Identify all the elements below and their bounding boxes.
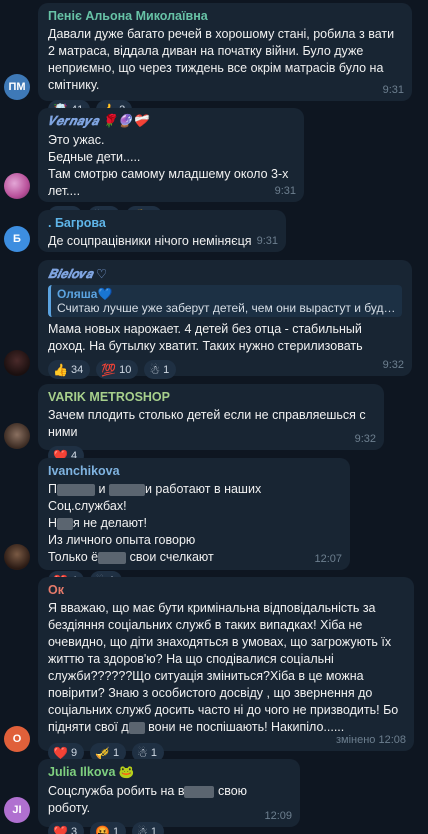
message-bubble[interactable]: Julia Ilkova 🐸 Соцслужба робить на в сво… [38, 759, 300, 834]
text-fragment: д [121, 720, 129, 734]
avatar[interactable] [4, 544, 30, 570]
text-fragment: свои счелкают [129, 550, 214, 564]
author-name[interactable]: VARIK METROSHOP [48, 390, 374, 404]
text-line: Только ё свои счелкают [48, 549, 340, 566]
reaction-count: 1 [113, 825, 120, 834]
author-name[interactable]: 𝑽𝒆𝒓𝒏𝒂𝒚𝒂 🌹🔮❤️‍🩹 [48, 114, 294, 129]
reaction-count: 1 [113, 746, 120, 759]
reaction[interactable]: 👍 34 [48, 360, 91, 379]
author-emoji: 🌹🔮❤️‍🩹 [101, 114, 149, 128]
avatar[interactable]: ПМ [4, 74, 30, 100]
message-text: Это ужас. Бедные дети..... Там смотрю са… [48, 133, 289, 198]
text-fragment: вони не поспішають! Накипіло...... [144, 720, 345, 734]
snowman-icon: ☃ [137, 745, 148, 760]
timestamp: 12:07 [314, 553, 342, 565]
message-text: Мама новых нарожает. 4 детей без отца - … [48, 322, 363, 353]
redacted-block [108, 483, 145, 496]
message-bubble[interactable]: Пеніє Альона Миколаївна Давали дуже бага… [38, 3, 412, 119]
redacted-block [57, 517, 74, 530]
message-text: П и и работают в наших Соц.службах! Ня н… [48, 481, 340, 566]
reactions: ❤️ 3 🤬 1 ☃ 1 [48, 822, 290, 834]
author-name[interactable]: Ок [48, 583, 404, 597]
reaction-count: 3 [70, 825, 78, 834]
text-fragment: П [48, 482, 57, 496]
text-line: П и и работают в наших Соц.службах! [48, 481, 340, 515]
red-heart-icon: ❤️ [53, 824, 68, 834]
message-bubble[interactable]: Ivanchikova П и и работают в наших Соц.с… [38, 458, 350, 590]
reaction-count: 1 [163, 363, 170, 376]
message-text: Зачем плодить столько детей если не спра… [48, 408, 366, 439]
author-name-text: Julia Ilkova [48, 765, 116, 779]
reaction-count: 9 [70, 746, 78, 759]
reaction[interactable]: ❤️ 3 [48, 822, 85, 834]
avatar[interactable] [4, 350, 30, 376]
reaction-count: 1 [150, 825, 158, 834]
timestamp: 9:31 [274, 185, 296, 197]
message-bubble[interactable]: Ок Я вважаю, що має бути кримінальна від… [38, 577, 414, 762]
avatar[interactable]: О [4, 726, 30, 752]
timestamp: 9:31 [256, 235, 278, 247]
thumbs-up-icon: 👍 [53, 362, 68, 377]
reaction[interactable]: ☃1 [132, 822, 165, 834]
timestamp: 12:09 [264, 810, 292, 822]
hundred-points-icon: 💯 [101, 362, 117, 377]
reaction[interactable]: ☃1 [144, 360, 177, 379]
author-emoji: 🐸 [118, 765, 135, 779]
author-name-text: 𝑽𝒆𝒓𝒏𝒂𝒚𝒂 [48, 114, 99, 128]
message-bubble[interactable]: . Багрова Де соцпрацівники нічого неміня… [38, 210, 286, 252]
timestamp-value: 12:08 [378, 734, 406, 746]
reaction-count: 1 [150, 746, 158, 759]
quote-author: Оляша💙 [57, 287, 113, 301]
author-name[interactable]: Julia Ilkova 🐸 [48, 765, 290, 780]
reactions: 👍 34 💯 10 ☃ 1 [48, 360, 402, 379]
text-fragment: Соцслужба робить на в [48, 784, 185, 798]
message-text: Де соцпрацівники нічого неміняєця [48, 234, 252, 248]
timestamp: 9:32 [354, 433, 376, 445]
avatar[interactable]: Б [4, 226, 30, 252]
text-fragment: Я вважаю, що має бути кримінальна відпов… [48, 601, 399, 734]
angry-face-icon: 🤬 [95, 824, 111, 834]
message-bubble[interactable]: 𝑩𝒊𝒆𝒍𝒐𝒗𝒂 ♡ Оляша💙 Считаю лучше уже заберу… [38, 260, 412, 379]
trumpet-icon: 🎺 [95, 745, 111, 760]
author-name[interactable]: . Багрова [48, 216, 276, 230]
message-bubble[interactable]: VARIK METROSHOP Зачем плодить столько де… [38, 384, 384, 465]
message-text: Давали дуже багато речей в хорошому стан… [48, 27, 395, 92]
author-name[interactable]: 𝑩𝒊𝒆𝒍𝒐𝒗𝒂 ♡ [48, 266, 402, 282]
redacted-block [128, 721, 145, 734]
text-line: Из личного опыта говорю [48, 533, 196, 547]
avatar[interactable] [4, 423, 30, 449]
author-name[interactable]: Пеніє Альона Миколаївна [48, 9, 402, 23]
timestamp: змінено 12:08 [336, 734, 406, 746]
snowman-icon: ☃ [149, 362, 161, 377]
snowman-icon: ☃ [137, 824, 148, 834]
redacted-block [184, 785, 215, 798]
redacted-block [56, 483, 95, 496]
reaction-count: 10 [119, 363, 132, 376]
quote-text: Считаю лучше уже заберут детей, чем они … [57, 301, 396, 315]
edited-label: змінено [335, 734, 376, 746]
timestamp: 9:31 [382, 84, 404, 96]
red-heart-icon: ❤️ [53, 745, 68, 760]
timestamp: 9:32 [382, 359, 404, 371]
message-text: Соцслужба робить на в свою роботу. [48, 783, 290, 817]
text-fragment: Н [48, 516, 58, 530]
redacted-block [98, 551, 127, 564]
reaction-count: 34 [70, 363, 84, 376]
avatar[interactable]: JI [4, 797, 30, 823]
avatar[interactable] [4, 173, 30, 199]
text-line: Ня не делают! [48, 515, 340, 532]
reaction[interactable]: 🤬 1 [90, 822, 127, 834]
reply-quote[interactable]: Оляша💙 Считаю лучше уже заберут детей, ч… [48, 285, 402, 317]
message-bubble[interactable]: 𝑽𝒆𝒓𝒏𝒂𝒚𝒂 🌹🔮❤️‍🩹 Это ужас. Бедные дети....… [38, 108, 304, 225]
text-fragment: и [98, 482, 106, 496]
text-fragment: Только ё [48, 550, 99, 564]
reaction[interactable]: 💯 10 [96, 360, 139, 379]
text-fragment: я не делают! [73, 516, 147, 530]
message-text: Я вважаю, що має бути кримінальна відпов… [48, 600, 404, 736]
author-name[interactable]: Ivanchikova [48, 464, 340, 478]
